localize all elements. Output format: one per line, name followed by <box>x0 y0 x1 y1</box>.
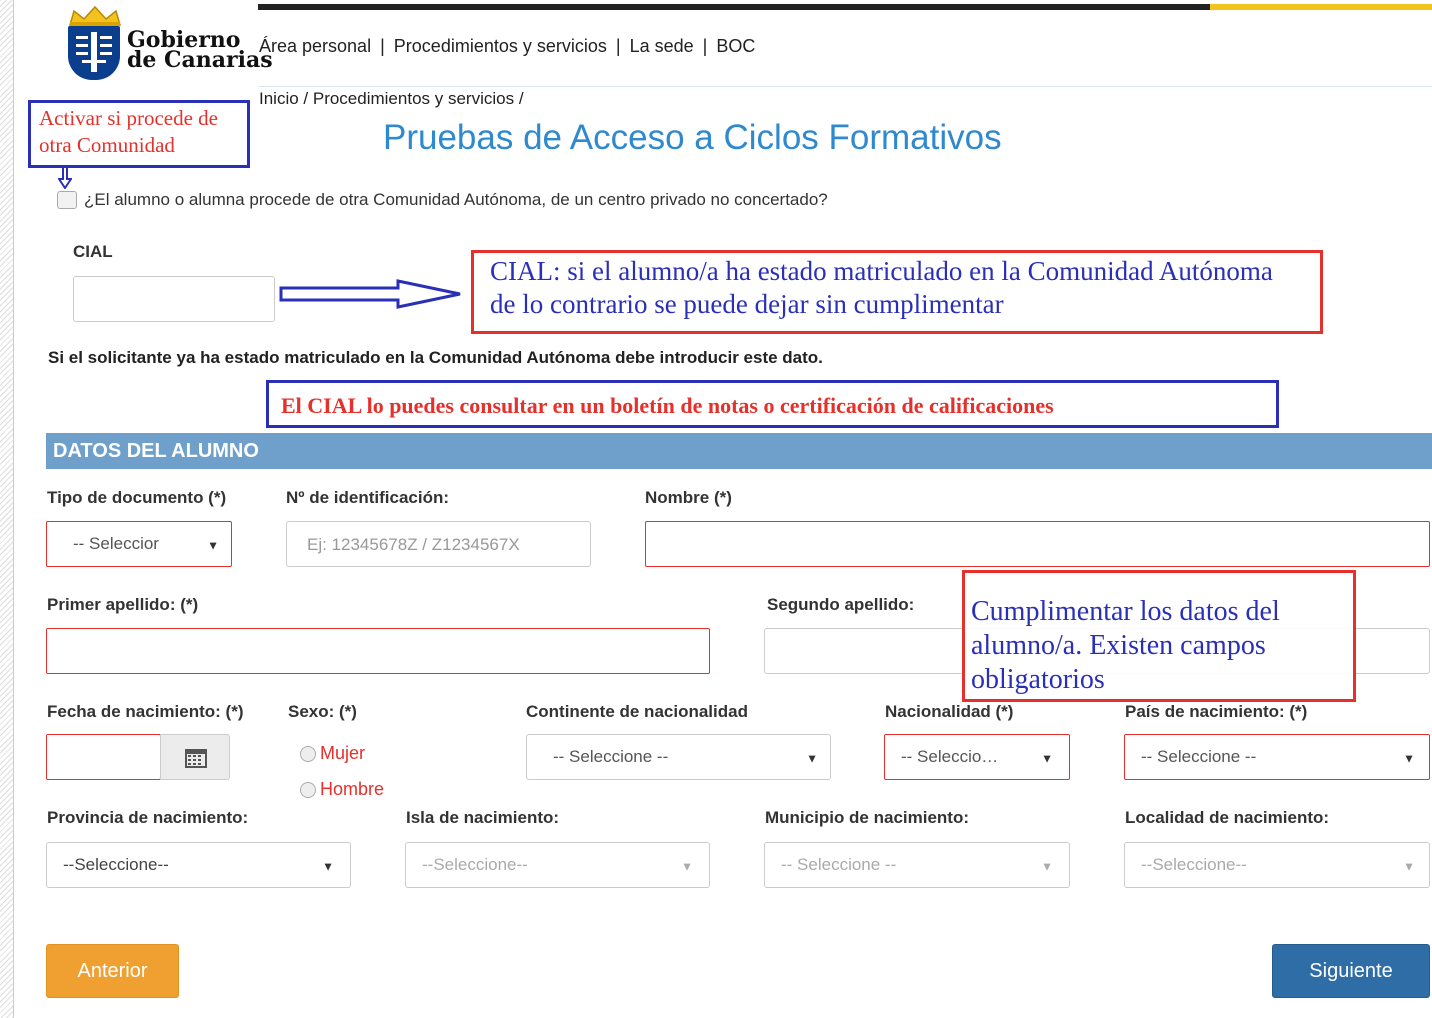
nacionalidad-value: -- Seleccio… <box>901 747 999 766</box>
tipo-documento-value: -- Seleccior <box>73 534 159 553</box>
cial-input[interactable] <box>73 276 275 322</box>
arrow-down-icon <box>58 167 72 189</box>
top-nav: Área personal | Procedimientos y servici… <box>259 36 755 57</box>
fecha-nacimiento-input[interactable] <box>46 734 161 780</box>
radio-hombre-label: Hombre <box>320 779 385 799</box>
coat-of-arms-icon <box>68 26 120 80</box>
provincia-select[interactable]: --Seleccione-- ▼ <box>46 842 351 888</box>
pais-nacimiento-value: -- Seleccione -- <box>1141 747 1257 766</box>
provincia-label: Provincia de nacimiento: <box>47 808 249 827</box>
chevron-down-icon: ▼ <box>1403 859 1415 874</box>
num-identificacion-input[interactable]: Ej: 12345678Z / Z1234567X <box>286 521 591 567</box>
isla-select[interactable]: --Seleccione-- ▼ <box>405 842 710 888</box>
pais-nacimiento-label: País de nacimiento: (*) <box>1125 702 1308 721</box>
arrow-right-icon <box>279 279 461 309</box>
num-identificacion-placeholder: Ej: 12345678Z / Z1234567X <box>307 535 520 554</box>
nombre-label: Nombre (*) <box>645 488 732 507</box>
nacionalidad-label: Nacionalidad (*) <box>885 702 1014 721</box>
tipo-documento-select[interactable]: -- Seleccior ▼ <box>46 521 232 567</box>
chevron-down-icon: ▼ <box>1041 751 1053 766</box>
radio-mujer-label: Mujer <box>320 743 366 763</box>
municipio-value: -- Seleccione -- <box>781 855 897 874</box>
chevron-down-icon: ▼ <box>322 859 334 874</box>
primer-apellido-input[interactable] <box>46 628 710 674</box>
other-community-checkbox[interactable] <box>57 191 77 209</box>
header-divider <box>258 86 1432 87</box>
header-top-accent <box>1210 4 1432 10</box>
isla-value: --Seleccione-- <box>422 855 528 874</box>
nav-separator: | <box>702 36 708 56</box>
logo-text[interactable]: Gobierno de Canarias <box>127 29 273 73</box>
chevron-down-icon: ▼ <box>806 751 818 766</box>
nav-link-procedimientos[interactable]: Procedimientos y servicios <box>394 36 607 56</box>
localidad-value: --Seleccione-- <box>1141 855 1247 874</box>
annotation-cial: CIAL: si el alumno/a ha estado matricula… <box>471 250 1323 334</box>
tipo-documento-label: Tipo de documento (*) <box>47 488 227 507</box>
page-left-border <box>0 0 14 1018</box>
section-header-datos-alumno: DATOS DEL ALUMNO <box>46 433 1432 469</box>
calendar-icon <box>185 749 207 768</box>
chevron-down-icon: ▼ <box>1041 859 1053 874</box>
nombre-input[interactable] <box>645 521 1430 567</box>
localidad-select[interactable]: --Seleccione-- ▼ <box>1124 842 1430 888</box>
municipio-label: Municipio de nacimiento: <box>765 808 970 827</box>
nav-separator: | <box>615 36 621 56</box>
continente-value: -- Seleccione -- <box>553 747 669 766</box>
sexo-label: Sexo: (*) <box>288 702 357 721</box>
continente-select[interactable]: -- Seleccione -- ▼ <box>526 734 831 780</box>
continente-label: Continente de nacionalidad <box>526 702 748 721</box>
annotation-activar: Activar si procede de otra Comunidad <box>28 100 250 168</box>
radio-mujer[interactable] <box>300 746 316 762</box>
nav-separator: | <box>380 36 385 56</box>
logo-text-line2: de Canarias <box>127 47 273 73</box>
nav-link-boc[interactable]: BOC <box>716 36 755 56</box>
breadcrumb[interactable]: Inicio / Procedimientos y servicios / <box>259 89 524 109</box>
primer-apellido-label: Primer apellido: (*) <box>47 595 199 614</box>
calendar-button[interactable] <box>160 734 230 780</box>
municipio-select[interactable]: -- Seleccione -- ▼ <box>764 842 1070 888</box>
cial-note: Si el solicitante ya ha estado matricula… <box>48 348 823 367</box>
fecha-nacimiento-label: Fecha de nacimiento: (*) <box>47 702 244 721</box>
num-identificacion-label: Nº de identificación: <box>286 488 450 507</box>
chevron-down-icon: ▼ <box>207 538 219 553</box>
nacionalidad-select[interactable]: -- Seleccio… ▼ <box>884 734 1070 780</box>
prev-button[interactable]: Anterior <box>46 944 179 998</box>
chevron-down-icon: ▼ <box>1403 751 1415 766</box>
annotation-cumplimentar: Cumplimentar los datos del alumno/a. Exi… <box>962 570 1356 702</box>
pais-nacimiento-select[interactable]: -- Seleccione -- ▼ <box>1124 734 1430 780</box>
radio-hombre[interactable] <box>300 782 316 798</box>
segundo-apellido-label: Segundo apellido: <box>767 595 915 614</box>
nav-link-area-personal[interactable]: Área personal <box>259 36 371 56</box>
annotation-cial-consulta: El CIAL lo puedes consultar en un boletí… <box>266 380 1279 428</box>
crown-icon <box>69 5 121 26</box>
other-community-label: ¿El alumno o alumna procede de otra Comu… <box>84 190 828 209</box>
localidad-label: Localidad de nacimiento: <box>1125 808 1330 827</box>
chevron-down-icon: ▼ <box>681 859 693 874</box>
page-title: Pruebas de Acceso a Ciclos Formativos <box>383 118 1002 157</box>
provincia-value: --Seleccione-- <box>63 855 169 874</box>
isla-label: Isla de nacimiento: <box>406 808 560 827</box>
nav-link-sede[interactable]: La sede <box>630 36 694 56</box>
cial-label: CIAL <box>73 242 113 261</box>
next-button[interactable]: Siguiente <box>1272 944 1430 998</box>
